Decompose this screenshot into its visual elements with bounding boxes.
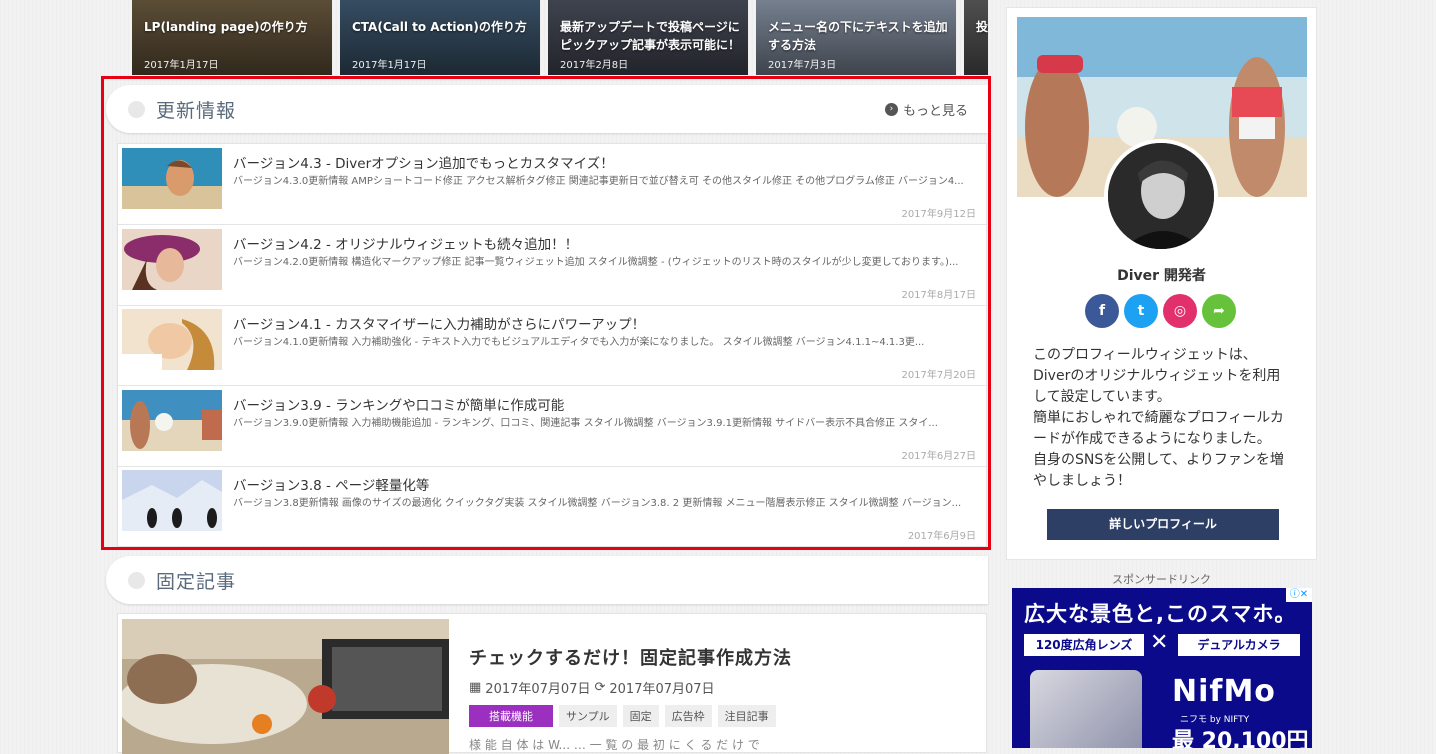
profile-description-line: やしましょう！ <box>1033 473 1131 489</box>
carousel-title: メニュー名の下にテキストを追加する方法 <box>768 20 948 52</box>
ad-price: 最 20,100円 <box>1172 729 1309 748</box>
profile-widget: Diver 開発者 f t ◎ ➦ このプロフィールウィジェットは、 Diverのオリジ… <box>1006 7 1317 560</box>
published-date: 2017年07月07日 <box>485 682 591 697</box>
social-links: f t ◎ ➦ <box>1085 294 1236 328</box>
carousel-date: 2017年1月17日 <box>352 60 427 71</box>
carousel-card[interactable]: LP(landing page)の作り方 2017年1月17日 <box>132 0 332 75</box>
carousel-overlay <box>964 0 988 75</box>
article-thumbnail[interactable] <box>122 619 449 754</box>
article-excerpt: 様 能 自 体 は W... … 一 覧 の 最 初 に く る だ け で <box>469 738 760 752</box>
tag-chip[interactable]: サンプル <box>559 705 617 727</box>
ad-badge: デュアルカメラ <box>1178 634 1300 656</box>
avatar <box>1104 139 1218 253</box>
profile-description-line: 簡単におしゃれで綺麗なプロフィールカ <box>1033 410 1284 426</box>
instagram-icon[interactable]: ◎ <box>1163 294 1197 328</box>
share-icon[interactable]: ➦ <box>1202 294 1236 328</box>
ad-banner[interactable]: ⓘ✕ 広大な景色と,このスマホ。 120度広角レンズ ✕ デュアルカメラ Nif… <box>1012 588 1312 748</box>
carousel-title: CTA(Call to Action)の作り方 <box>352 20 527 34</box>
carousel-card[interactable]: メニュー名の下にテキストを追加する方法 2017年7月3日 <box>756 0 956 75</box>
carousel-card[interactable]: 投公 <box>964 0 988 75</box>
article-carousel: LP(landing page)の作り方 2017年1月17日 CTA(Call t… <box>118 0 988 75</box>
profile-name: Diver 開発者 <box>1117 268 1206 284</box>
ad-badge: 120度広角レンズ <box>1024 634 1144 656</box>
category-badge[interactable]: 搭載機能 <box>469 705 553 727</box>
carousel-date: 2017年7月3日 <box>768 60 837 71</box>
carousel-date: 2017年1月17日 <box>144 60 219 71</box>
carousel-card[interactable]: 最新アップデートで投稿ページにピックアップ記事が表示可能に！ 2017年2月8日 <box>548 0 748 75</box>
carousel-title: 投公 <box>976 20 988 34</box>
carousel-title: 最新アップデートで投稿ページにピックアップ記事が表示可能に！ <box>560 20 741 52</box>
ad-brand: NifMo <box>1172 674 1276 709</box>
profile-description: このプロフィールウィジェットは、 Diverのオリジナルウィジェットを利用 して設定… <box>1033 345 1293 492</box>
profile-description-line: して設定しています。 <box>1033 389 1171 405</box>
facebook-icon[interactable]: f <box>1085 294 1119 328</box>
updated-date: 2017年07月07日 <box>609 682 715 697</box>
carousel-date: 2017年2月8日 <box>560 60 629 71</box>
sponsor-label: スポンサードリンク <box>1112 573 1211 586</box>
calendar-icon: ▦ <box>469 680 482 695</box>
ad-headline: 広大な景色と,このスマホ。 <box>1024 602 1297 626</box>
fixed-article-card[interactable]: チェックするだけ！固定記事作成方法 ▦ 2017年07月07日 ⟳ 2017年0… <box>117 613 987 754</box>
profile-detail-button[interactable]: 詳しいプロフィール <box>1047 509 1279 540</box>
carousel-title: LP(landing page)の作り方 <box>144 20 308 34</box>
profile-description-line: 自身のSNSを公開して、よりファンを増 <box>1033 452 1284 468</box>
refresh-icon: ⟳ <box>594 680 606 695</box>
tag-list: 搭載機能 サンプル 固定 広告枠 注目記事 <box>469 705 776 727</box>
carousel-card[interactable]: CTA(Call to Action)の作り方 2017年1月17日 <box>340 0 540 75</box>
ad-phone-image <box>1030 670 1142 748</box>
tag-chip[interactable]: 注目記事 <box>717 705 776 727</box>
article-meta: ▦ 2017年07月07日 ⟳ 2017年07月07日 <box>469 678 715 697</box>
ad-cross-icon: ✕ <box>1150 630 1169 655</box>
section-title: 固定記事 <box>156 571 237 593</box>
profile-description-line: ードが作成できるようになりました。 <box>1033 431 1271 447</box>
article-title[interactable]: チェックするだけ！固定記事作成方法 <box>469 644 792 670</box>
twitter-icon[interactable]: t <box>1124 294 1158 328</box>
profile-description-line: このプロフィールウィジェットは、 <box>1033 347 1257 363</box>
highlight-box <box>101 76 991 550</box>
tag-chip[interactable]: 広告枠 <box>664 705 712 727</box>
profile-description-line: Diverのオリジナルウィジェットを利用 <box>1033 368 1281 384</box>
tag-chip[interactable]: 固定 <box>622 705 659 727</box>
fixed-section-header: 固定記事 <box>106 556 988 604</box>
section-bullet-icon <box>128 572 145 589</box>
